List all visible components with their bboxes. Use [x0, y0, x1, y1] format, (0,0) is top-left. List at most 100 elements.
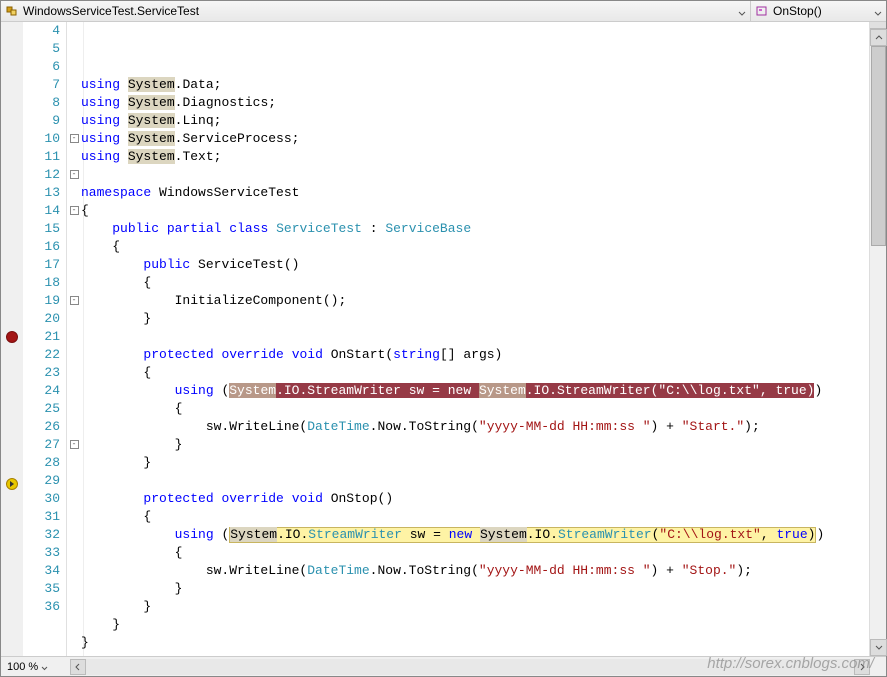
fold-cell[interactable] — [67, 580, 81, 598]
code-line[interactable]: } — [81, 580, 886, 598]
collapse-icon[interactable]: - — [70, 440, 79, 449]
fold-cell[interactable] — [67, 76, 81, 94]
code-surface[interactable]: using System.Data;using System.Diagnosti… — [81, 22, 886, 656]
margin-line[interactable] — [1, 220, 23, 238]
margin-line[interactable] — [1, 514, 23, 532]
fold-cell[interactable] — [67, 598, 81, 616]
code-line[interactable]: InitializeComponent(); — [81, 292, 886, 310]
margin-line[interactable] — [1, 130, 23, 148]
fold-cell[interactable] — [67, 526, 81, 544]
method-dropdown[interactable]: OnStop() — [751, 1, 886, 21]
margin-line[interactable] — [1, 76, 23, 94]
margin-line[interactable] — [1, 166, 23, 184]
code-line[interactable]: { — [81, 202, 886, 220]
fold-cell[interactable] — [67, 112, 81, 130]
margin-line[interactable] — [1, 550, 23, 568]
code-line[interactable]: public ServiceTest() — [81, 256, 886, 274]
fold-cell[interactable]: - — [67, 292, 81, 310]
class-dropdown[interactable]: WindowsServiceTest.ServiceTest — [1, 1, 751, 21]
margin-line[interactable] — [1, 331, 23, 349]
collapse-icon[interactable]: - — [70, 296, 79, 305]
code-line[interactable]: using (System.IO.StreamWriter sw = new S… — [81, 526, 886, 544]
code-line[interactable]: } — [81, 634, 886, 652]
scroll-right-button[interactable] — [854, 659, 870, 675]
fold-cell[interactable] — [67, 418, 81, 436]
margin-line[interactable] — [1, 349, 23, 367]
margin-line[interactable] — [1, 478, 23, 496]
code-line[interactable] — [81, 328, 886, 346]
fold-cell[interactable] — [67, 256, 81, 274]
margin-line[interactable] — [1, 112, 23, 130]
horizontal-scrollbar[interactable] — [70, 659, 870, 675]
margin-line[interactable] — [1, 457, 23, 475]
fold-cell[interactable]: - — [67, 166, 81, 184]
margin-line[interactable] — [1, 40, 23, 58]
fold-cell[interactable] — [67, 184, 81, 202]
code-line[interactable]: } — [81, 616, 886, 634]
margin-line[interactable] — [1, 58, 23, 76]
margin-line[interactable] — [1, 532, 23, 550]
code-line[interactable]: } — [81, 454, 886, 472]
scroll-down-button[interactable] — [870, 639, 887, 656]
scroll-up-button[interactable] — [870, 29, 887, 46]
margin-line[interactable] — [1, 310, 23, 328]
collapse-icon[interactable]: - — [70, 134, 79, 143]
fold-cell[interactable] — [67, 400, 81, 418]
margin-line[interactable] — [1, 367, 23, 385]
code-line[interactable] — [81, 472, 886, 490]
vertical-scrollbar[interactable] — [869, 22, 886, 656]
fold-cell[interactable]: - — [67, 130, 81, 148]
code-line[interactable]: { — [81, 274, 886, 292]
breakpoint-icon[interactable] — [6, 331, 18, 343]
code-line[interactable]: { — [81, 508, 886, 526]
code-line[interactable]: { — [81, 364, 886, 382]
scroll-left-button[interactable] — [70, 659, 86, 675]
fold-cell[interactable] — [67, 490, 81, 508]
code-line[interactable]: using System.Text; — [81, 148, 886, 166]
margin-line[interactable] — [1, 568, 23, 586]
fold-cell[interactable] — [67, 148, 81, 166]
code-line[interactable]: { — [81, 400, 886, 418]
outlining-margin[interactable]: - - - - - — [67, 22, 81, 656]
fold-cell[interactable] — [67, 328, 81, 346]
code-line[interactable]: { — [81, 238, 886, 256]
fold-cell[interactable] — [67, 94, 81, 112]
fold-cell[interactable] — [67, 220, 81, 238]
margin-line[interactable] — [1, 421, 23, 439]
margin-line[interactable] — [1, 238, 23, 256]
fold-cell[interactable] — [67, 382, 81, 400]
zoom-control[interactable]: 100 % — [1, 661, 54, 673]
margin-line[interactable] — [1, 202, 23, 220]
code-line[interactable]: namespace WindowsServiceTest — [81, 184, 886, 202]
fold-cell[interactable] — [67, 310, 81, 328]
code-line[interactable]: using (System.IO.StreamWriter sw = new S… — [81, 382, 886, 400]
margin-line[interactable] — [1, 22, 23, 40]
margin-line[interactable] — [1, 496, 23, 514]
margin-line[interactable] — [1, 586, 23, 604]
fold-cell[interactable] — [67, 58, 81, 76]
code-editor[interactable]: 4567891011121314151617181920212223242526… — [1, 22, 886, 656]
collapse-icon[interactable]: - — [70, 206, 79, 215]
code-line[interactable]: sw.WriteLine(DateTime.Now.ToString("yyyy… — [81, 562, 886, 580]
split-handle[interactable] — [870, 22, 886, 29]
code-line[interactable]: protected override void OnStart(string[]… — [81, 346, 886, 364]
margin-line[interactable] — [1, 604, 23, 622]
fold-cell[interactable]: - — [67, 202, 81, 220]
margin-line[interactable] — [1, 184, 23, 202]
breakpoint-margin[interactable] — [1, 22, 23, 656]
fold-cell[interactable]: - — [67, 436, 81, 454]
code-line[interactable]: using System.Data; — [81, 76, 886, 94]
margin-line[interactable] — [1, 292, 23, 310]
margin-line[interactable] — [1, 439, 23, 457]
fold-cell[interactable] — [67, 472, 81, 490]
code-line[interactable]: { — [81, 544, 886, 562]
scroll-thumb[interactable] — [871, 46, 886, 246]
code-line[interactable]: } — [81, 598, 886, 616]
fold-cell[interactable] — [67, 274, 81, 292]
fold-cell[interactable] — [67, 454, 81, 472]
code-line[interactable]: public partial class ServiceTest : Servi… — [81, 220, 886, 238]
margin-line[interactable] — [1, 274, 23, 292]
code-line[interactable]: using System.ServiceProcess; — [81, 130, 886, 148]
scroll-track[interactable] — [86, 659, 854, 675]
fold-cell[interactable] — [67, 40, 81, 58]
